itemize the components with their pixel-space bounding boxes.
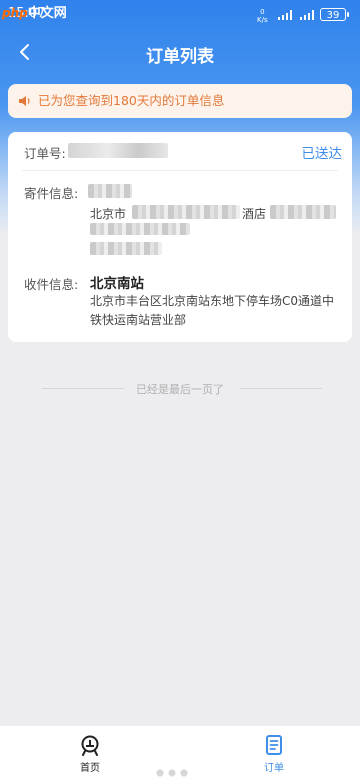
notice-banner: 已为您查询到180天内的订单信息 bbox=[8, 84, 352, 118]
sender-name-redacted bbox=[88, 184, 132, 198]
document-list-icon bbox=[266, 735, 282, 755]
sender-addr-hotel: 酒店 bbox=[242, 207, 267, 221]
divider bbox=[22, 170, 338, 171]
watermark-logo: php中文网 bbox=[2, 6, 67, 21]
order-card[interactable]: 订单号: 已送达 寄件信息: 北京市 酒店 收件信息: 北京南站 北京市丰台区北… bbox=[8, 132, 352, 342]
page-title: 订单列表 bbox=[146, 47, 214, 67]
receiver-name: 北京南站 bbox=[90, 276, 144, 292]
status-bar: 15:07 php中文网 0 K/s 39 bbox=[0, 0, 360, 28]
tab-orders[interactable]: 订单 bbox=[244, 734, 304, 774]
sender-addr-redacted bbox=[90, 223, 190, 235]
tab-orders-label: 订单 bbox=[264, 763, 284, 774]
tab-home[interactable]: 首页 bbox=[60, 734, 120, 774]
signal-icon bbox=[278, 10, 294, 20]
sender-addr-redacted bbox=[132, 205, 240, 219]
order-no-redacted bbox=[68, 143, 168, 158]
notice-text: 已为您查询到180天内的订单信息 bbox=[38, 93, 225, 108]
receiver-address: 北京市丰台区北京南站东地下停车场C0通道中铁快运南站营业部 bbox=[90, 294, 335, 327]
list-end-text: 已经是最后一页了 bbox=[0, 381, 360, 397]
battery-icon: 39 bbox=[320, 8, 349, 21]
receiver-label: 收件信息: bbox=[24, 277, 79, 292]
train-icon bbox=[81, 735, 99, 756]
signal-icon bbox=[300, 10, 316, 20]
sender-phone-redacted bbox=[90, 242, 162, 255]
speaker-icon bbox=[19, 96, 30, 106]
gesture-bar bbox=[150, 768, 200, 778]
bottom-tab-bar: 首页 订单 bbox=[0, 726, 360, 784]
order-no-label: 订单号: bbox=[24, 146, 66, 161]
tab-home-label: 首页 bbox=[80, 763, 100, 774]
sender-label: 寄件信息: bbox=[24, 186, 79, 201]
order-status: 已送达 bbox=[301, 146, 343, 162]
sender-addr-prefix: 北京市 bbox=[90, 207, 127, 221]
sender-addr-redacted bbox=[270, 205, 336, 219]
net-speed-indicator: 0 K/s bbox=[257, 8, 268, 24]
